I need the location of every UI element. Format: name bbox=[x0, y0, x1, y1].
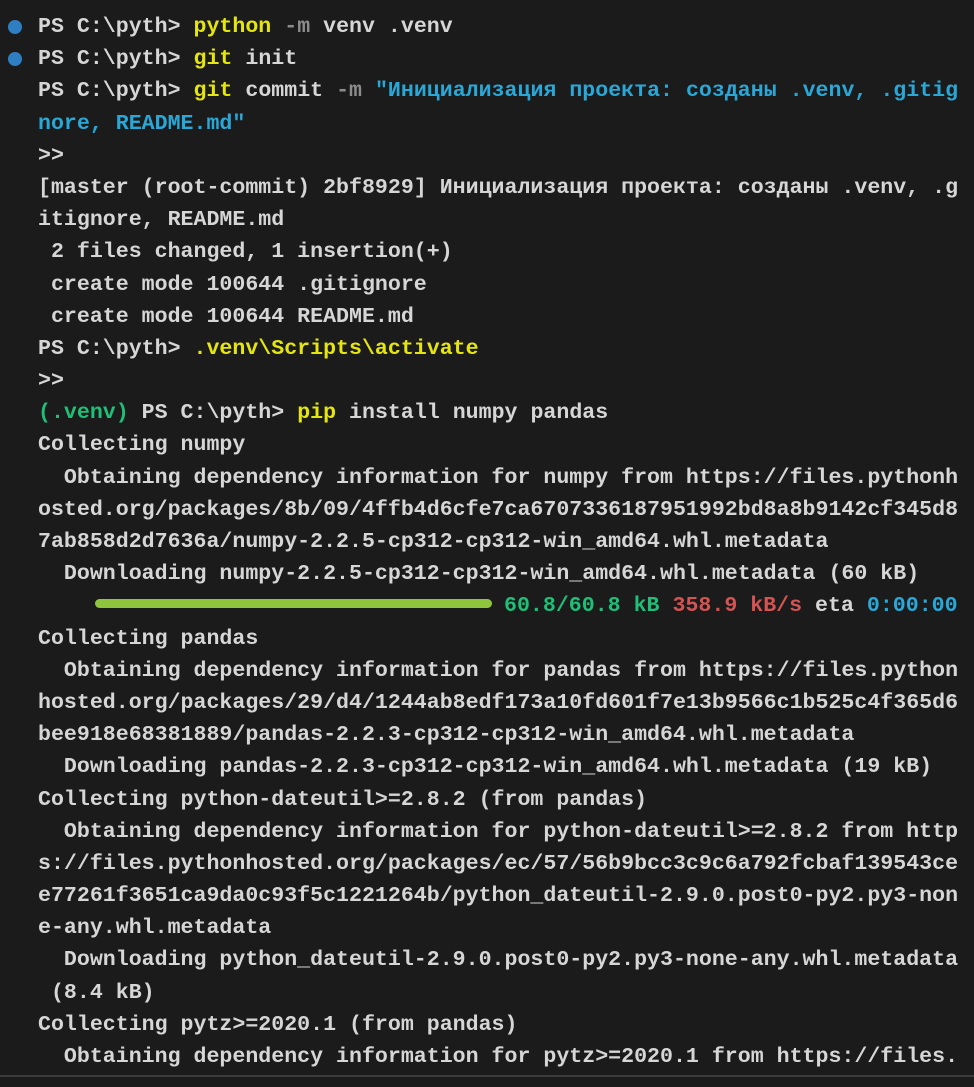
terminal-text-segment: Obtaining dependency information for pyt… bbox=[38, 1045, 958, 1069]
terminal-line: (.venv) PS C:\pyth> pip install numpy pa… bbox=[38, 397, 974, 429]
terminal-text-segment: e77261f3651ca9da0c93f5c1221264b/python_d… bbox=[38, 884, 958, 908]
terminal-text-segment: Obtaining dependency information for pyt… bbox=[38, 820, 958, 844]
terminal-text-segment: PS C:\pyth> bbox=[129, 401, 297, 425]
command-success-icon bbox=[8, 52, 22, 66]
terminal-line: Downloading numpy-2.2.5-cp312-cp312-win_… bbox=[38, 558, 974, 590]
download-progress-bar bbox=[95, 599, 492, 608]
terminal-text-segment: >> bbox=[38, 369, 64, 393]
terminal-line: hosted.org/packages/29/d4/1244ab8edf173a… bbox=[38, 687, 974, 719]
terminal-text-segment: Downloading pandas-2.2.3-cp312-cp312-win… bbox=[38, 755, 932, 779]
terminal-text-segment: (.venv) bbox=[38, 401, 129, 425]
terminal-text-segment: 2 files changed, 1 insertion(+) bbox=[38, 240, 453, 264]
terminal-text-segment: -m bbox=[284, 15, 310, 39]
terminal-text-segment: create mode 100644 README.md bbox=[38, 305, 414, 329]
terminal-text-segment: e-any.whl.metadata bbox=[38, 916, 271, 940]
terminal-text-segment: s://files.pythonhosted.org/packages/ec/5… bbox=[38, 852, 958, 876]
terminal-line: Collecting numpy bbox=[38, 429, 974, 461]
terminal-line: >> bbox=[38, 365, 974, 397]
terminal-line: Obtaining dependency information for pyt… bbox=[38, 1041, 974, 1073]
terminal-text-segment: PS C:\pyth> bbox=[38, 79, 194, 103]
terminal-output[interactable]: PS C:\pyth> python -m venv .venvPS C:\py… bbox=[0, 0, 974, 1087]
terminal-text-segment: osted.org/packages/8b/09/4ffb4d6cfe7ca67… bbox=[38, 498, 958, 522]
terminal-text-segment: pip bbox=[297, 401, 336, 425]
terminal-text-segment: -m bbox=[336, 79, 362, 103]
terminal-text-segment: Downloading numpy-2.2.5-cp312-cp312-win_… bbox=[38, 562, 919, 586]
terminal-text-segment: git bbox=[194, 47, 233, 71]
terminal-text-segment: Collecting python-dateutil>=2.8.2 (from … bbox=[38, 788, 647, 812]
terminal-line: Obtaining dependency information for num… bbox=[38, 462, 974, 494]
terminal-text-segment: "Инициализация проекта: созданы .venv, .… bbox=[375, 79, 958, 103]
terminal-line: nore, README.md" bbox=[38, 108, 974, 140]
terminal-text-segment: 0:00:00 bbox=[867, 594, 958, 618]
terminal-text-segment: create mode 100644 .gitignore bbox=[38, 273, 427, 297]
terminal-line: Obtaining dependency information for pyt… bbox=[38, 816, 974, 848]
terminal-text-segment bbox=[271, 15, 284, 39]
terminal-text-segment: venv .venv bbox=[310, 15, 453, 39]
terminal-line: create mode 100644 .gitignore bbox=[38, 269, 974, 301]
terminal-line: 7ab858d2d7636a/numpy-2.2.5-cp312-cp312-w… bbox=[38, 526, 974, 558]
terminal-line: PS C:\pyth> git commit -m "Инициализация… bbox=[38, 75, 974, 107]
terminal-text-segment: bee918e68381889/pandas-2.2.3-cp312-cp312… bbox=[38, 723, 854, 747]
terminal-text-segment: Obtaining dependency information for pan… bbox=[38, 659, 958, 683]
terminal-text-segment: (8.4 kB) bbox=[38, 981, 155, 1005]
terminal-text-segment: eta bbox=[802, 594, 867, 618]
terminal-text-segment: Downloading python_dateutil-2.9.0.post0-… bbox=[38, 948, 958, 972]
terminal-line: >> bbox=[38, 140, 974, 172]
terminal-text-segment: init bbox=[232, 47, 297, 71]
terminal-text-segment: Obtaining dependency information for num… bbox=[38, 466, 958, 490]
terminal-line: Collecting python-dateutil>=2.8.2 (from … bbox=[38, 784, 974, 816]
terminal-text-segment: >> bbox=[38, 144, 64, 168]
terminal-text-segment: PS C:\pyth> bbox=[38, 337, 194, 361]
terminal-text-segment: Collecting pandas bbox=[38, 627, 258, 651]
terminal-line: osted.org/packages/8b/09/4ffb4d6cfe7ca67… bbox=[38, 494, 974, 526]
terminal-text-segment: 60.8/60.8 kB bbox=[504, 594, 660, 618]
terminal-text-segment: 358.9 kB/s bbox=[672, 594, 802, 618]
terminal-line: Downloading pandas-2.2.3-cp312-cp312-win… bbox=[38, 751, 974, 783]
terminal-progress-line: 60.8/60.8 kB 358.9 kB/s eta 0:00:00 bbox=[38, 590, 974, 622]
terminal-line: Collecting pandas bbox=[38, 623, 974, 655]
terminal-line: (8.4 kB) bbox=[38, 977, 974, 1009]
terminal-line: bee918e68381889/pandas-2.2.3-cp312-cp312… bbox=[38, 719, 974, 751]
terminal-text-segment: [master (root-commit) 2bf8929] Инициализ… bbox=[38, 176, 958, 200]
terminal-text-segment bbox=[660, 594, 673, 618]
terminal-line: e-any.whl.metadata bbox=[38, 912, 974, 944]
terminal-text-segment: .venv\Scripts\activate bbox=[194, 337, 479, 361]
terminal-line: 2 files changed, 1 insertion(+) bbox=[38, 236, 974, 268]
terminal-line: PS C:\pyth> python -m venv .venv bbox=[38, 11, 974, 43]
terminal-bottom-divider bbox=[0, 1075, 974, 1077]
command-success-icon bbox=[8, 20, 22, 34]
terminal-line: Collecting pytz>=2020.1 (from pandas) bbox=[38, 1009, 974, 1041]
terminal-text-segment: Collecting numpy bbox=[38, 433, 245, 457]
terminal-line: itignore, README.md bbox=[38, 204, 974, 236]
terminal-text-segment: Collecting pytz>=2020.1 (from pandas) bbox=[38, 1013, 517, 1037]
terminal-line: create mode 100644 README.md bbox=[38, 301, 974, 333]
terminal-text-segment bbox=[362, 79, 375, 103]
terminal-line: s://files.pythonhosted.org/packages/ec/5… bbox=[38, 848, 974, 880]
terminal-text-segment: python bbox=[194, 15, 272, 39]
terminal-text-segment: PS C:\pyth> bbox=[38, 47, 194, 71]
terminal-line: Downloading python_dateutil-2.9.0.post0-… bbox=[38, 944, 974, 976]
terminal-line: PS C:\pyth> git init bbox=[38, 43, 974, 75]
terminal-text-segment: install numpy pandas bbox=[336, 401, 608, 425]
terminal-text-segment: PS C:\pyth> bbox=[38, 15, 194, 39]
terminal-text-segment: git bbox=[194, 79, 233, 103]
terminal-line: PS C:\pyth> .venv\Scripts\activate bbox=[38, 333, 974, 365]
terminal-text-segment: itignore, README.md bbox=[38, 208, 284, 232]
terminal-text-segment: hosted.org/packages/29/d4/1244ab8edf173a… bbox=[38, 691, 958, 715]
terminal-text-segment: 7ab858d2d7636a/numpy-2.2.5-cp312-cp312-w… bbox=[38, 530, 828, 554]
terminal-line: e77261f3651ca9da0c93f5c1221264b/python_d… bbox=[38, 880, 974, 912]
terminal-line: Obtaining dependency information for pan… bbox=[38, 655, 974, 687]
terminal-text-segment: nore, README.md" bbox=[38, 112, 245, 136]
terminal-line: [master (root-commit) 2bf8929] Инициализ… bbox=[38, 172, 974, 204]
terminal-text-segment: commit bbox=[232, 79, 336, 103]
